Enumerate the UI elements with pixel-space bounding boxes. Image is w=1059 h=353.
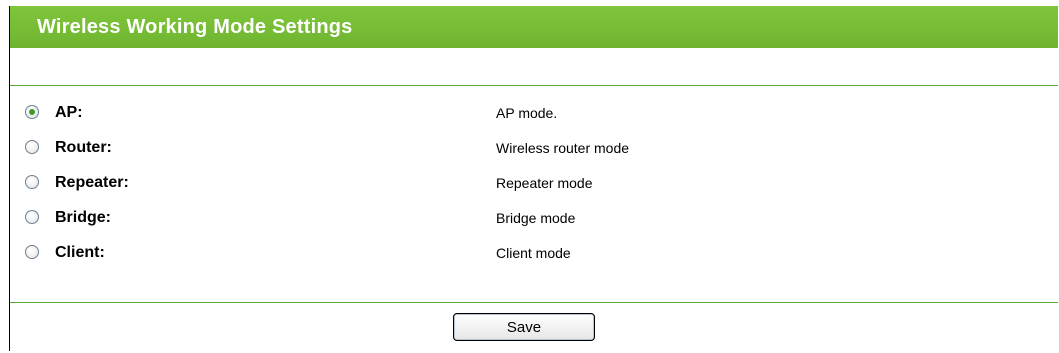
mode-label-repeater: Repeater: — [55, 174, 129, 191]
divider-top — [10, 85, 1058, 86]
mode-label-ap: AP: — [55, 104, 83, 121]
mode-label-router: Router: — [55, 139, 112, 156]
radio-client[interactable] — [25, 245, 39, 259]
mode-description-client: Client mode — [496, 245, 571, 261]
page-title: Wireless Working Mode Settings — [37, 16, 353, 38]
mode-label-client: Client: — [55, 244, 105, 261]
mode-description-ap: AP mode. — [496, 105, 558, 121]
mode-description-router: Wireless router mode — [496, 140, 630, 156]
panel-header: Wireless Working Mode Settings — [10, 6, 1058, 48]
wireless-mode-panel: Wireless Working Mode Settings AP: AP mo… — [9, 6, 1058, 351]
radio-ap[interactable] — [25, 105, 39, 119]
radio-repeater[interactable] — [25, 175, 39, 189]
radio-router[interactable] — [25, 140, 39, 154]
mode-row-ap[interactable]: AP: AP mode. — [10, 96, 1058, 130]
mode-row-repeater[interactable]: Repeater: Repeater mode — [10, 166, 1058, 200]
radio-bridge[interactable] — [25, 210, 39, 224]
mode-description-bridge: Bridge mode — [496, 210, 576, 226]
mode-row-bridge[interactable]: Bridge: Bridge mode — [10, 201, 1058, 235]
divider-bottom — [10, 302, 1058, 303]
mode-description-repeater: Repeater mode — [496, 175, 593, 191]
mode-row-client[interactable]: Client: Client mode — [10, 236, 1058, 270]
mode-label-bridge: Bridge: — [55, 209, 111, 226]
save-button[interactable]: Save — [453, 313, 595, 341]
mode-row-router[interactable]: Router: Wireless router mode — [10, 131, 1058, 165]
